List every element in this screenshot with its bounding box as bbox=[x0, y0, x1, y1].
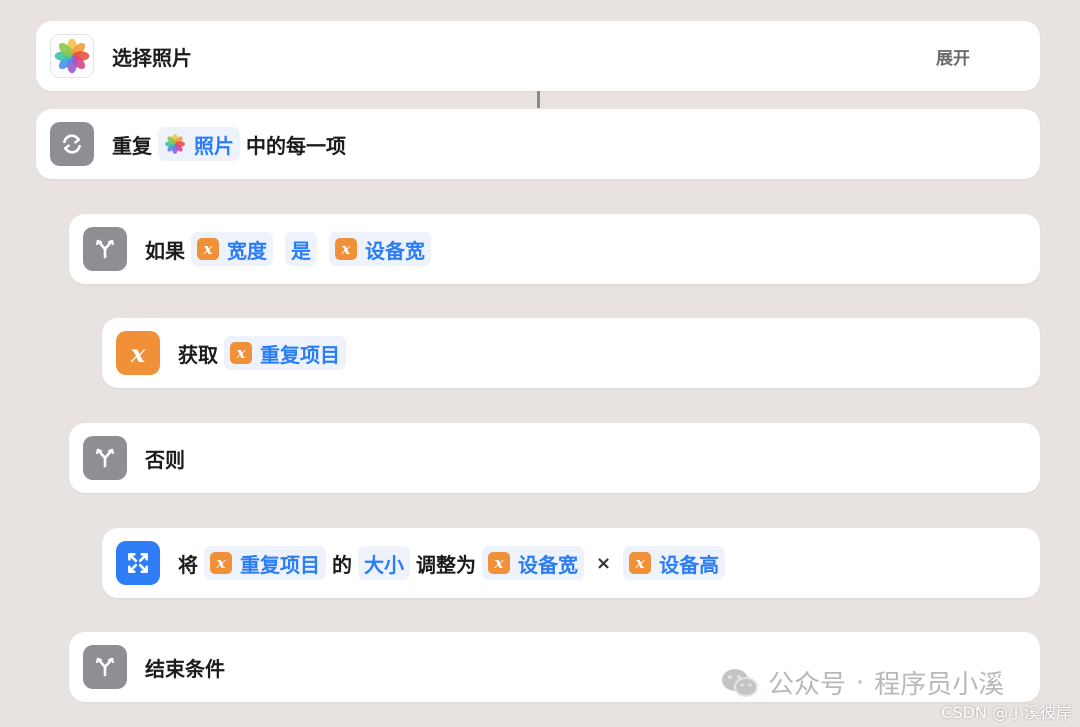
repeat-prefix: 重复 bbox=[112, 133, 152, 158]
photos-token[interactable]: 照片 bbox=[158, 127, 240, 161]
operator-token[interactable]: 是 bbox=[285, 232, 317, 266]
variable-icon: x bbox=[116, 331, 160, 375]
repeat-item-variable-token[interactable]: x 重复项目 bbox=[224, 336, 346, 370]
repeat-item-variable-label: 重复项目 bbox=[240, 552, 320, 577]
select-photos-title: 选择照片 bbox=[112, 45, 192, 70]
select-photos-action[interactable]: 选择照片 展开 bbox=[36, 21, 1040, 91]
device-width-variable-label: 设备宽 bbox=[365, 238, 425, 263]
photos-token-label: 照片 bbox=[194, 133, 234, 158]
resize-arrows-icon bbox=[116, 541, 160, 585]
if-action[interactable]: 如果 x 宽度 是 x 设备宽 bbox=[69, 214, 1040, 284]
repeat-item-variable-token[interactable]: x 重复项目 bbox=[204, 546, 326, 580]
expand-button[interactable]: 展开 bbox=[936, 44, 970, 69]
repeat-item-variable-label: 重复项目 bbox=[260, 342, 340, 367]
photos-mini-icon bbox=[164, 133, 186, 155]
device-height-variable-token[interactable]: x 设备高 bbox=[623, 546, 726, 580]
end-if-label: 结束条件 bbox=[145, 656, 225, 681]
resize-label: 将 bbox=[178, 552, 198, 577]
width-variable-token[interactable]: x 宽度 bbox=[191, 232, 273, 266]
resize-image-action[interactable]: 将 x 重复项目 的 大小 调整为 x 设备宽 × x 设备高 bbox=[102, 528, 1040, 598]
adjust-to-label: 调整为 bbox=[416, 552, 476, 577]
watermark-author: 程序员小溪 bbox=[874, 670, 1005, 700]
photos-app-icon bbox=[50, 34, 94, 78]
variable-icon: x bbox=[197, 238, 219, 260]
size-token[interactable]: 大小 bbox=[358, 546, 410, 580]
variable-icon: x bbox=[230, 342, 252, 364]
device-width-variable-label: 设备宽 bbox=[518, 552, 578, 577]
of-label: 的 bbox=[332, 552, 352, 577]
branch-icon bbox=[83, 645, 127, 689]
device-width-variable-token[interactable]: x 设备宽 bbox=[482, 546, 584, 580]
get-variable-action[interactable]: x 获取 x 重复项目 bbox=[102, 318, 1040, 388]
if-label: 如果 bbox=[145, 238, 185, 263]
variable-icon: x bbox=[629, 552, 652, 574]
device-height-variable-label: 设备高 bbox=[659, 552, 720, 577]
repeat-suffix: 中的每一项 bbox=[246, 133, 346, 158]
otherwise-label: 否则 bbox=[145, 447, 185, 472]
wechat-label: 公众号 bbox=[768, 670, 847, 700]
device-width-variable-token[interactable]: x 设备宽 bbox=[329, 232, 431, 266]
branch-icon bbox=[83, 436, 127, 480]
branch-icon bbox=[83, 227, 127, 271]
watermark-separator: · bbox=[856, 667, 865, 698]
wechat-watermark: 公众号 · 程序员小溪 bbox=[720, 664, 1004, 701]
repeat-action[interactable]: 重复 照片 中的每一项 bbox=[36, 109, 1040, 179]
repeat-arrows-icon bbox=[50, 122, 94, 166]
times-symbol: × bbox=[596, 552, 612, 574]
otherwise-action[interactable]: 否则 bbox=[69, 423, 1040, 493]
width-variable-label: 宽度 bbox=[227, 238, 267, 263]
variable-icon: x bbox=[335, 238, 357, 260]
wechat-icon bbox=[722, 668, 758, 697]
variable-icon: x bbox=[210, 552, 232, 574]
csdn-watermark: CSDN @小溪彼岸 bbox=[941, 703, 1072, 722]
connector-line bbox=[537, 91, 540, 108]
get-label: 获取 bbox=[178, 342, 218, 367]
variable-icon: x bbox=[488, 552, 510, 574]
